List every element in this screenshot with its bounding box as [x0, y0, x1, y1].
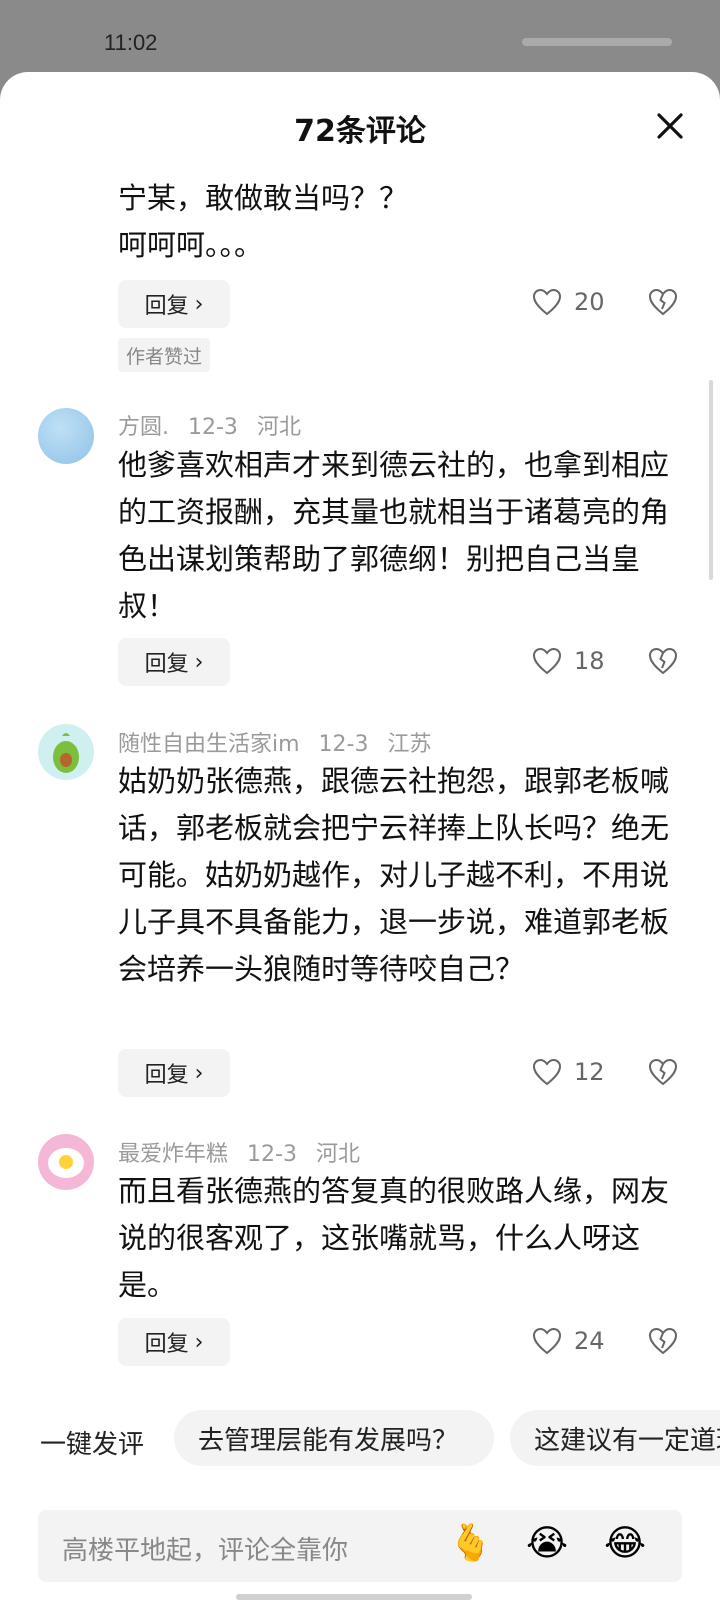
- comment-meta: 方圆. 12-3 河北: [118, 409, 313, 441]
- comment-meta: 最爱炸年糕 12-3 河北: [118, 1136, 372, 1168]
- reply-label: 回复: [144, 1332, 189, 1357]
- comment-location: 江苏: [387, 732, 432, 757]
- home-indicator[interactable]: [236, 1594, 472, 1600]
- comment-text: 宁某，敢做敢当吗？？ 呵呵呵。。。: [118, 181, 409, 262]
- reply-label: 回复: [144, 652, 189, 677]
- quick-comment-label: 一键发评: [40, 1430, 145, 1460]
- close-icon[interactable]: [652, 108, 688, 144]
- avatar[interactable]: [38, 1134, 94, 1190]
- reply-button[interactable]: 回复 ›: [118, 1318, 230, 1366]
- chevron-right-icon: ›: [194, 649, 204, 675]
- heart-icon: [532, 288, 562, 316]
- quick-comment-chip[interactable]: 这建议有一定道理: [510, 1410, 720, 1466]
- heart-icon: [532, 1058, 562, 1086]
- comment-input-placeholder: 高楼平地起，评论全靠你: [62, 1536, 349, 1566]
- comment-text: 姑奶奶张德燕，跟德云社抱怨，跟郭老板喊话，郭老板就会把宁云祥捧上队长吗？绝无可能…: [118, 764, 670, 986]
- like-count: 18: [574, 647, 605, 675]
- comment-input[interactable]: 高楼平地起，评论全靠你 🫰 😭 😂: [38, 1510, 682, 1582]
- comment-date: 12-3: [318, 732, 369, 757]
- reply-label: 回复: [144, 1063, 189, 1088]
- comment-location: 河北: [315, 1142, 360, 1167]
- avocado-icon: [53, 733, 79, 773]
- like-count: 24: [574, 1327, 605, 1355]
- heart-icon: [532, 647, 562, 675]
- status-icons: [522, 38, 672, 46]
- tears-of-joy-emoji-icon[interactable]: 😂: [604, 1522, 646, 1566]
- reply-button[interactable]: 回复 ›: [118, 280, 230, 328]
- comment-text: 而且看张德燕的答复真的很败路人缘，网友说的很客观了，这张嘴就骂，什么人呀这是。: [118, 1174, 670, 1302]
- comment-text: 他爹喜欢相声才来到德云社的，也拿到相应的工资报酬，充其量也就相当于诸葛亮的角色出…: [118, 448, 670, 623]
- broken-heart-icon[interactable]: [648, 646, 678, 676]
- sheet-title: 72条评论: [294, 114, 426, 149]
- comment-author[interactable]: 最爱炸年糕: [118, 1142, 228, 1167]
- like-button[interactable]: 20: [532, 278, 605, 326]
- like-count: 20: [574, 288, 605, 316]
- crying-emoji-icon[interactable]: 😭: [526, 1522, 568, 1566]
- heart-icon: [532, 1327, 562, 1355]
- scrollbar[interactable]: [709, 380, 713, 580]
- reply-button[interactable]: 回复 ›: [118, 638, 230, 686]
- like-count: 12: [574, 1058, 605, 1086]
- comment-author[interactable]: 随性自由生活家im: [118, 732, 300, 757]
- chevron-right-icon: ›: [194, 1060, 204, 1086]
- comment-date: 12-3: [247, 1142, 297, 1167]
- avatar[interactable]: [38, 724, 94, 780]
- finger-heart-emoji-icon[interactable]: 🫰: [448, 1522, 493, 1566]
- quick-comment-row: 一键发评 去管理层能有发展吗？ 这建议有一定道理: [0, 1410, 720, 1470]
- reply-button[interactable]: 回复 ›: [118, 1049, 230, 1097]
- author-liked-tag: 作者赞过: [118, 338, 211, 372]
- quick-comment-chip[interactable]: 去管理层能有发展吗？: [174, 1410, 494, 1466]
- avatar[interactable]: [38, 408, 94, 464]
- comment-date: 12-3: [188, 415, 238, 440]
- broken-heart-icon[interactable]: [648, 287, 678, 317]
- like-button[interactable]: 18: [532, 637, 605, 685]
- chevron-right-icon: ›: [194, 291, 204, 317]
- like-button[interactable]: 24: [532, 1317, 605, 1365]
- broken-heart-icon[interactable]: [648, 1326, 678, 1356]
- fried-egg-icon: [48, 1148, 84, 1178]
- like-button[interactable]: 12: [532, 1048, 605, 1096]
- comments-sheet: 72条评论 宁某，敢做敢当吗？？ 呵呵呵。。。 回复 › 20 作者赞过 方圆.…: [0, 72, 720, 1600]
- comment-meta: 随性自由生活家im 12-3 江苏: [118, 726, 444, 758]
- comment-author[interactable]: 方圆.: [118, 415, 169, 440]
- reply-label: 回复: [144, 294, 189, 319]
- broken-heart-icon[interactable]: [648, 1057, 678, 1087]
- comment-location: 河北: [256, 415, 301, 440]
- status-time: 11:02: [104, 30, 158, 55]
- chevron-right-icon: ›: [194, 1329, 204, 1355]
